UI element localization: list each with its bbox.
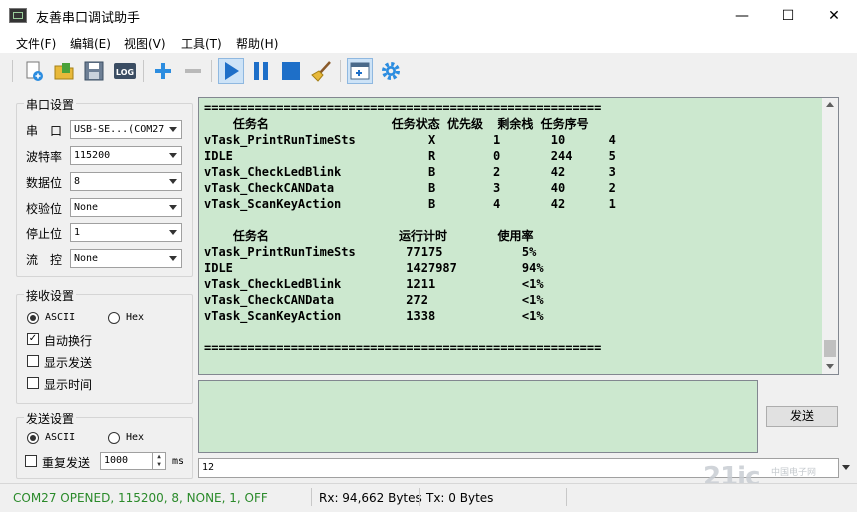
receive-hex-label: Hex [126,312,145,323]
minimize-button[interactable]: — [719,0,765,31]
output-line: ========================================… [204,101,602,115]
window-title: 友善串口调试助手 [36,11,141,26]
output-line: vTask_PrintRunTimeSts X 1 10 4 [204,133,616,147]
send-settings-label: 发送设置 [24,410,77,427]
interval-unit-label: ms [172,456,185,467]
chevron-down-icon [169,127,177,132]
new-file-icon[interactable] [21,58,47,84]
output-line: 任务名 任务状态 优先级 剩余栈 任务序号 [204,117,589,131]
chevron-down-icon [169,179,177,184]
receive-output-area[interactable]: ========================================… [198,97,839,375]
repeat-send-label: 重复发送 [42,456,91,470]
status-bar: COM27 OPENED, 115200, 8, NONE, 1, OFF Rx… [0,483,857,512]
title-bar: 友善串口调试助手 — ☐ ✕ [0,0,857,31]
baud-select[interactable]: 115200 [70,146,182,165]
flowcontrol-label: 流 控 [26,253,63,267]
output-line: vTask_CheckCANData B 3 40 2 [204,181,616,195]
chevron-down-icon [169,205,177,210]
site-watermark-sub: 中国电子网 [771,468,817,478]
add-icon[interactable] [150,58,176,84]
toolbar-grip [12,60,13,82]
receive-hex-radio[interactable] [108,312,120,324]
log-icon[interactable]: LOG [112,58,138,84]
output-line: IDLE R 0 244 5 [204,149,616,163]
send-input-area[interactable] [198,380,758,453]
output-line: vTask_CheckCANData 272 <1% [204,293,544,307]
chevron-down-icon [169,230,177,235]
output-line: vTask_ScanKeyAction 1338 <1% [204,309,544,323]
scroll-down-icon[interactable] [826,364,834,369]
close-button[interactable]: ✕ [811,0,857,31]
auto-newline-label: 自动换行 [44,334,93,348]
tx-count-text: Tx: 0 Bytes [426,491,494,505]
databits-select[interactable]: 8 [70,172,182,191]
serial-settings-label: 串口设置 [24,96,77,113]
menu-help[interactable]: 帮助(H) [236,35,278,52]
send-hex-radio[interactable] [108,432,120,444]
receive-ascii-radio[interactable] [27,312,39,324]
show-time-label: 显示时间 [44,378,93,392]
stopbits-select[interactable]: 1 [70,223,182,242]
parity-label: 校验位 [26,202,63,216]
receive-output-text: ========================================… [204,100,616,356]
start-icon[interactable] [218,58,244,84]
baud-label: 波特率 [26,150,63,164]
scroll-up-icon[interactable] [826,102,834,107]
stopbits-label: 停止位 [26,227,63,241]
send-button[interactable]: 发送 [766,406,838,427]
menu-tools[interactable]: 工具(T) [181,35,222,52]
window-layout-icon[interactable] [347,58,373,84]
remove-icon[interactable] [180,58,206,84]
parity-select[interactable]: None [70,198,182,217]
chevron-down-icon [169,153,177,158]
repeat-send-checkbox[interactable] [25,455,37,467]
app-icon [9,8,27,23]
repeat-interval-input[interactable]: 1000 ▲ ▼ [100,452,166,470]
send-hex-label: Hex [126,432,145,443]
output-line: IDLE 1427987 94% [204,261,544,275]
stop-icon[interactable] [278,58,304,84]
output-line: vTask_CheckLedBlink B 2 42 3 [204,165,616,179]
background-window-edge [0,195,8,395]
port-select[interactable]: USB-SE...(COM27 [70,120,182,139]
databits-label: 数据位 [26,176,63,190]
receive-settings-label: 接收设置 [24,287,77,304]
save-icon[interactable] [81,58,107,84]
settings-gear-icon[interactable] [378,58,404,84]
show-time-checkbox[interactable] [27,377,39,389]
history-dropdown-icon[interactable] [842,465,850,470]
menu-edit[interactable]: 编辑(E) [70,35,111,52]
receive-ascii-label: ASCII [45,312,76,323]
output-line: vTask_CheckLedBlink 1211 <1% [204,277,544,291]
output-line: ========================================… [204,341,602,355]
spinner-arrows-icon[interactable]: ▲ ▼ [152,453,165,469]
flowcontrol-select[interactable]: None [70,249,182,268]
svg-text:LOG: LOG [116,68,134,77]
open-folder-icon[interactable] [51,58,77,84]
output-scrollbar[interactable] [822,98,838,374]
menu-bar: 文件(F) 编辑(E) 视图(V) 工具(T) 帮助(H) [0,31,857,53]
auto-newline-checkbox[interactable]: ✓ [27,333,39,345]
port-status-text: COM27 OPENED, 115200, 8, NONE, 1, OFF [13,491,268,505]
pause-icon[interactable] [248,58,274,84]
menu-view[interactable]: 视图(V) [124,35,166,52]
maximize-button[interactable]: ☐ [765,0,811,31]
receive-settings-group [16,294,193,404]
output-line: 任务名 运行计时 使用率 [204,229,534,243]
port-label: 串 口 [26,124,63,138]
menu-file[interactable]: 文件(F) [16,35,56,52]
send-ascii-label: ASCII [45,432,76,443]
scroll-thumb[interactable] [824,340,836,357]
show-send-checkbox[interactable] [27,355,39,367]
output-line: vTask_PrintRunTimeSts 77175 5% [204,245,537,259]
clear-broom-icon[interactable] [309,58,335,84]
send-ascii-radio[interactable] [27,432,39,444]
chevron-down-icon [169,256,177,261]
rx-count-text: Rx: 94,662 Bytes [319,491,422,505]
show-send-label: 显示发送 [44,356,93,370]
output-line: vTask_ScanKeyAction B 4 42 1 [204,197,616,211]
toolbar: LOG [0,53,857,89]
